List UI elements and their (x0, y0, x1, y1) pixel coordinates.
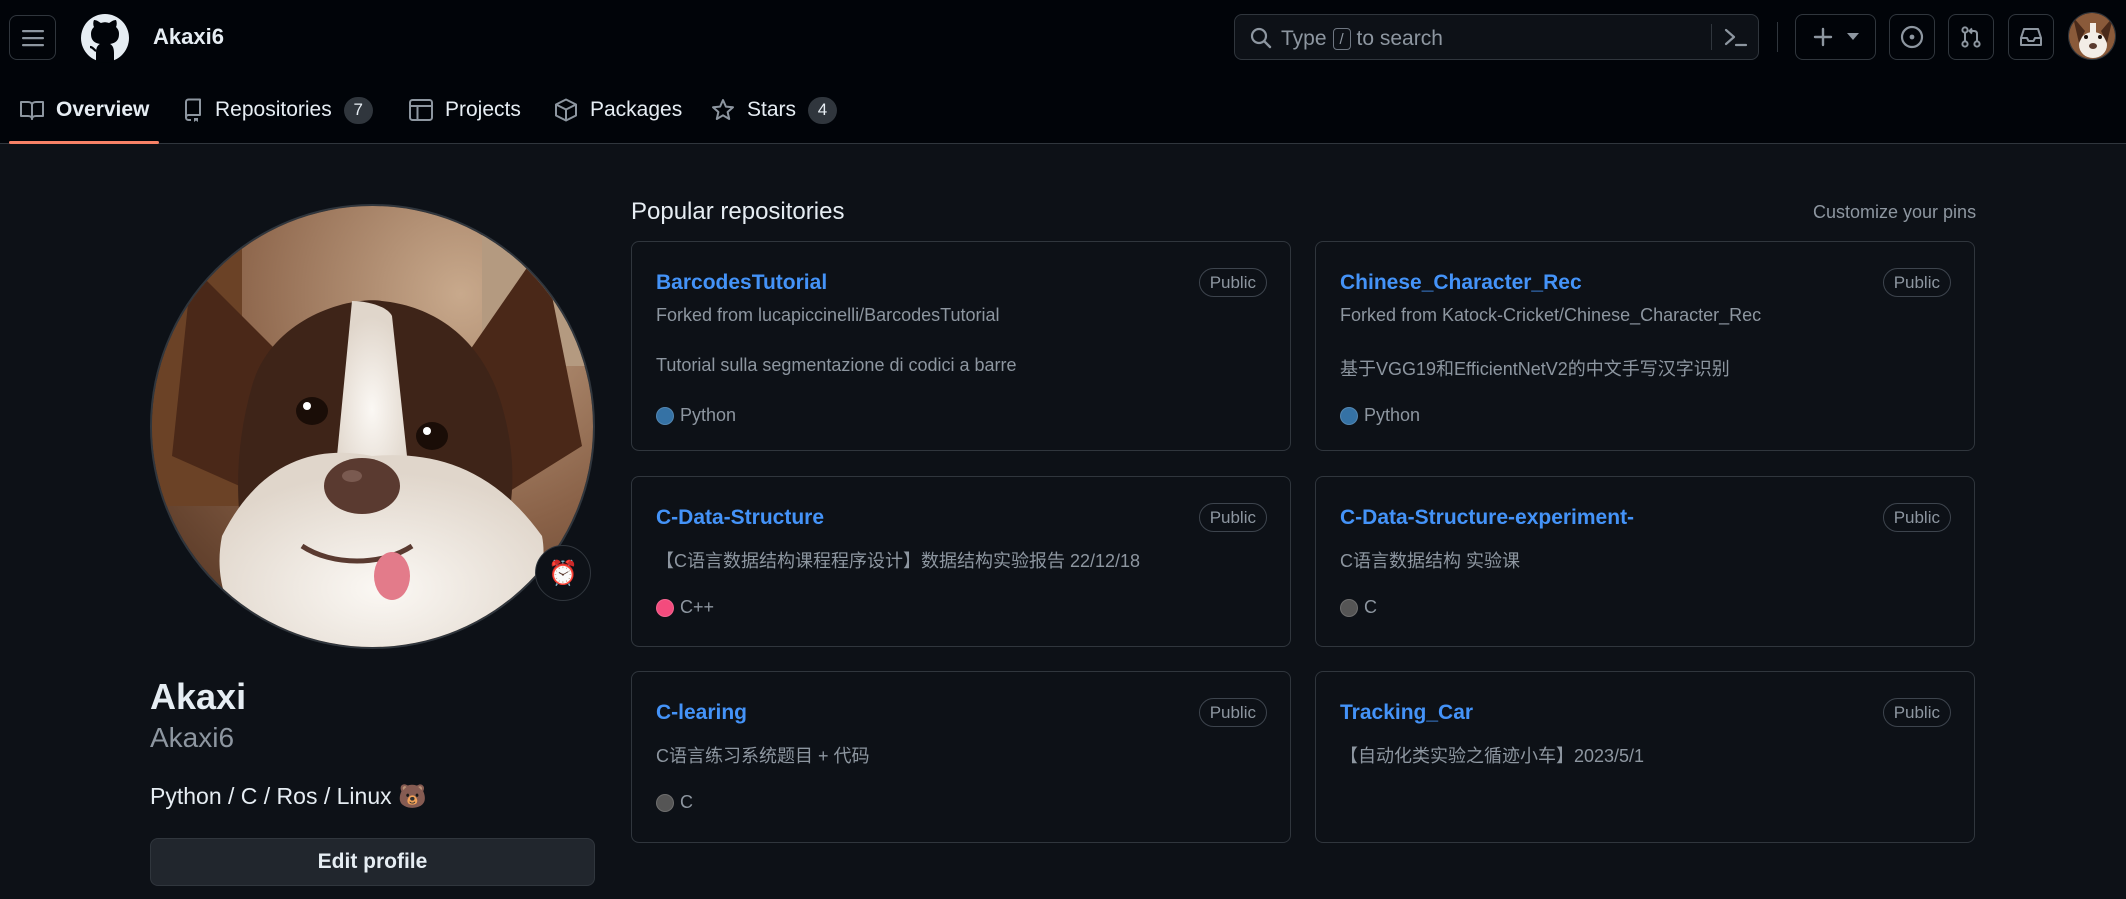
user-avatar[interactable] (2068, 12, 2116, 60)
search-input[interactable]: Type / to search (1234, 14, 1759, 60)
tab-packages[interactable]: Packages (554, 76, 682, 144)
customize-pins-link[interactable]: Customize your pins (1813, 202, 1976, 223)
slash-key-hint: / (1332, 28, 1351, 50)
repo-description: Tutorial sulla segmentazione di codici a… (656, 355, 1017, 375)
repo-card: C-learing Public C语言练习系统题目 + 代码 C (631, 671, 1291, 843)
visibility-badge: Public (1198, 503, 1267, 532)
language-color-dot (656, 793, 674, 812)
visibility-badge: Public (1198, 698, 1267, 727)
github-logo-icon[interactable] (80, 13, 130, 63)
popular-repositories-heading: Popular repositories (631, 198, 845, 225)
language-color-dot (656, 406, 674, 425)
package-icon (555, 98, 577, 122)
visibility-badge: Public (1882, 698, 1951, 727)
plus-icon (1813, 27, 1832, 47)
repo-icon (185, 98, 201, 122)
repositories-count-badge: 7 (343, 96, 373, 124)
status-emoji-button[interactable]: ⏰ (535, 545, 591, 601)
issue-circle-icon (1900, 25, 1924, 49)
forked-from-text[interactable]: Forked from lucapiccinelli/BarcodesTutor… (656, 305, 999, 326)
language-color-dot (1340, 406, 1358, 425)
repo-language: Python (1340, 405, 1420, 426)
dog-avatar-icon (2069, 13, 2115, 59)
profile-name: Akaxi (150, 676, 247, 717)
repo-language: C (656, 792, 693, 813)
inbox-button[interactable] (2008, 14, 2054, 60)
language-color-dot (656, 598, 674, 617)
issues-button[interactable] (1889, 14, 1935, 60)
repo-language: C (1340, 597, 1377, 618)
repo-description: C语言练习系统题目 + 代码 (656, 746, 870, 766)
inbox-icon (2020, 28, 2042, 46)
hamburger-icon (21, 29, 44, 46)
global-header: Akaxi6 Type / to search (0, 0, 2126, 76)
stars-count-badge: 4 (808, 96, 838, 124)
repo-card: BarcodesTutorial Public Forked from luca… (631, 241, 1291, 451)
repo-description: C语言数据结构 实验课 (1340, 551, 1520, 571)
search-placeholder: Type / to search (1281, 27, 1443, 50)
repo-card: Chinese_Character_Rec Public Forked from… (1315, 241, 1975, 451)
profile-avatar[interactable] (150, 204, 595, 649)
create-new-button[interactable] (1795, 14, 1876, 60)
repo-card: C-Data-Structure Public 【C语言数据结构课程程序设计】数… (631, 476, 1291, 647)
star-icon (712, 99, 734, 120)
tab-stars[interactable]: Stars 4 (711, 76, 838, 144)
forked-from-text[interactable]: Forked from Katock-Cricket/Chinese_Chara… (1340, 305, 1761, 326)
repo-card: C-Data-Structure-experiment- Public C语言数… (1315, 476, 1975, 647)
visibility-badge: Public (1882, 268, 1951, 297)
repo-name-link[interactable]: Chinese_Character_Rec (1340, 271, 1582, 295)
tab-repositories[interactable]: Repositories 7 (183, 76, 373, 144)
pull-request-icon (1961, 26, 1981, 48)
active-tab-indicator (9, 141, 159, 144)
repo-name-link[interactable]: Tracking_Car (1340, 701, 1473, 725)
repo-card: Tracking_Car Public 【自动化类实验之循迹小车】2023/5/… (1315, 671, 1975, 843)
repo-name-link[interactable]: C-Data-Structure-experiment- (1340, 506, 1634, 530)
project-table-icon (409, 99, 433, 121)
search-icon (1250, 27, 1272, 49)
profile-bio: Python / C / Ros / Linux 🐻 (150, 783, 427, 809)
repo-name-link[interactable]: C-Data-Structure (656, 506, 824, 530)
repo-description: 【C语言数据结构课程程序设计】数据结构实验报告 22/12/18 (656, 551, 1141, 571)
repo-description: 【自动化类实验之循迹小车】2023/5/1 (1340, 746, 1645, 766)
language-color-dot (1340, 598, 1358, 617)
profile-login: Akaxi6 (150, 722, 235, 753)
pull-requests-button[interactable] (1948, 14, 1994, 60)
menu-button[interactable] (9, 15, 56, 60)
tab-projects[interactable]: Projects (409, 76, 521, 144)
repo-name-link[interactable]: C-learing (656, 701, 747, 725)
header-divider (1777, 22, 1778, 52)
search-divider (1711, 24, 1712, 50)
repo-language: C++ (656, 597, 714, 618)
book-icon (20, 101, 44, 120)
header-username[interactable]: Akaxi6 (153, 24, 224, 50)
edit-profile-button[interactable]: Edit profile (150, 838, 595, 886)
repo-language: Python (656, 405, 736, 426)
visibility-badge: Public (1882, 503, 1951, 532)
command-palette-icon[interactable] (1723, 27, 1749, 49)
caret-down-icon (1846, 33, 1859, 40)
tab-overview[interactable]: Overview (20, 76, 149, 144)
repo-description: 基于VGG19和EfficientNetV2的中文手写汉字识别 (1340, 359, 1730, 379)
repo-name-link[interactable]: BarcodesTutorial (656, 271, 827, 295)
profile-tabs: Overview Repositories 7 Projects Package… (0, 76, 2126, 144)
dog-photo-icon (152, 206, 593, 647)
visibility-badge: Public (1198, 268, 1267, 297)
